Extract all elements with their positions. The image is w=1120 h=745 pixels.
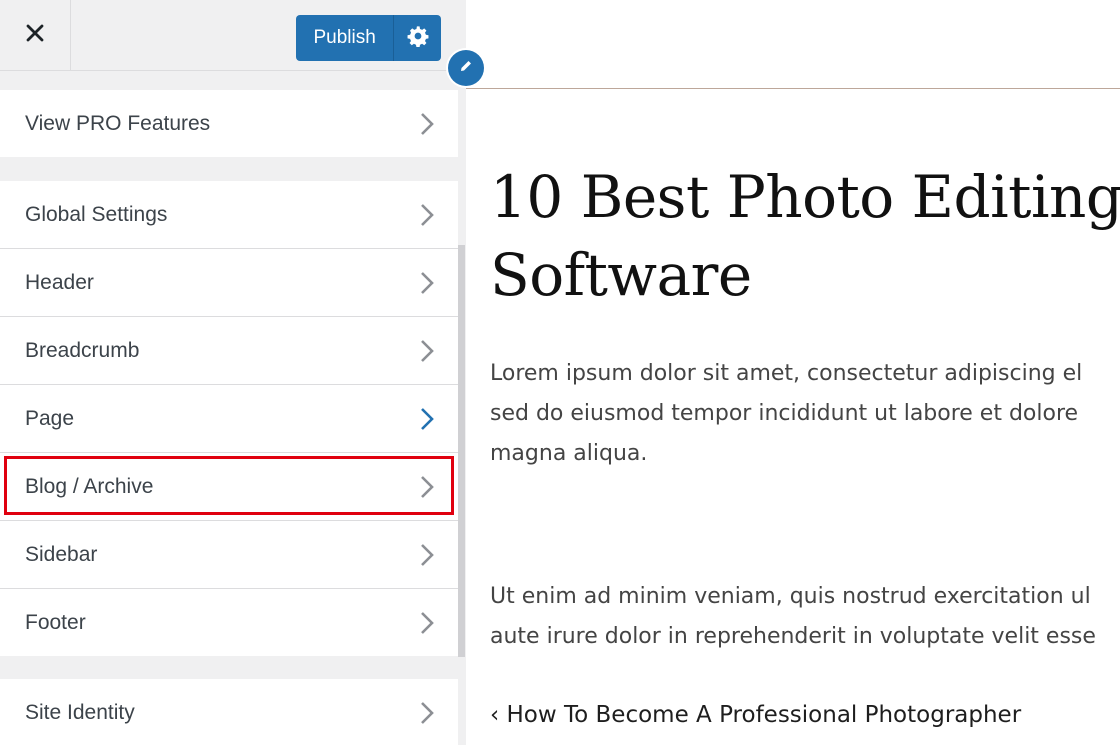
edit-shortcut-button[interactable] [448, 50, 484, 86]
post-paragraph-1: Lorem ipsum dolor sit amet, consectetur … [490, 354, 1120, 474]
customizer-topbar: Publish [0, 0, 466, 71]
menu-item-view-pro-features[interactable]: View PRO Features [0, 90, 458, 157]
chevron-right-icon [421, 204, 434, 226]
menu-item-global-settings[interactable]: Global Settings [0, 181, 458, 249]
paragraph-line: Ut enim ad minim veniam, quis nostrud ex… [490, 584, 1091, 609]
menu-item-page[interactable]: Page [0, 385, 458, 453]
post-paragraph-2: Ut enim ad minim veniam, quis nostrud ex… [490, 577, 1120, 657]
site-identity-group: Site Identity [0, 679, 458, 745]
menu-item-label: Footer [25, 610, 86, 634]
menu-item-breadcrumb[interactable]: Breadcrumb [0, 317, 458, 385]
menu-item-label: Sidebar [25, 542, 98, 566]
menu-item-header[interactable]: Header [0, 249, 458, 317]
chevron-right-icon [421, 113, 434, 135]
previous-post-link[interactable]: ‹ How To Become A Professional Photograp… [490, 702, 1021, 728]
publish-settings-button[interactable] [394, 15, 441, 61]
close-button[interactable] [0, 0, 71, 70]
publish-button[interactable]: Publish [296, 15, 395, 61]
menu-item-site-identity[interactable]: Site Identity [0, 679, 458, 745]
paragraph-line: sed do eiusmod tempor incididunt ut labo… [490, 401, 1079, 426]
settings-sections-group: Global Settings Header Breadcrumb Page B… [0, 181, 458, 656]
chevron-right-icon [421, 544, 434, 566]
menu-item-sidebar[interactable]: Sidebar [0, 521, 458, 589]
menu-item-footer[interactable]: Footer [0, 589, 458, 656]
close-icon[interactable] [26, 24, 44, 47]
menu-item-label: Breadcrumb [25, 338, 140, 362]
chevron-right-icon [421, 272, 434, 294]
site-preview: 10 Best Photo Editing Software Lorem ips… [466, 0, 1120, 745]
menu-item-label: View PRO Features [25, 111, 211, 135]
menu-item-label: Global Settings [25, 202, 168, 226]
menu-item-label: Site Identity [25, 700, 135, 724]
paragraph-line: Lorem ipsum dolor sit amet, consectetur … [490, 361, 1083, 386]
paragraph-line: aute irure dolor in reprehenderit in vol… [490, 624, 1096, 649]
chevron-right-icon [421, 702, 434, 724]
chevron-right-icon [421, 408, 434, 430]
pro-features-group: View PRO Features [0, 90, 458, 157]
chevron-right-icon [421, 612, 434, 634]
paragraph-line: magna aliqua. [490, 441, 648, 466]
chevron-right-icon [421, 476, 434, 498]
chevron-right-icon [421, 340, 434, 362]
post-title-line-2: Software [490, 241, 752, 309]
sidebar-scrollbar[interactable] [458, 245, 465, 657]
customizer-sidebar: Publish View PRO Features Global Setting… [0, 0, 467, 745]
header-divider [466, 88, 1120, 89]
pencil-icon[interactable] [458, 58, 474, 79]
post-title-line-1: 10 Best Photo Editing [490, 163, 1120, 231]
publish-button-group: Publish [296, 15, 441, 61]
menu-item-label: Page [25, 406, 75, 430]
post-title: 10 Best Photo Editing Software [490, 158, 1120, 314]
gear-icon[interactable] [407, 25, 429, 52]
menu-item-label: Header [25, 270, 94, 294]
menu-item-label: Blog / Archive [25, 474, 154, 498]
menu-item-blog-archive[interactable]: Blog / Archive [0, 453, 458, 521]
